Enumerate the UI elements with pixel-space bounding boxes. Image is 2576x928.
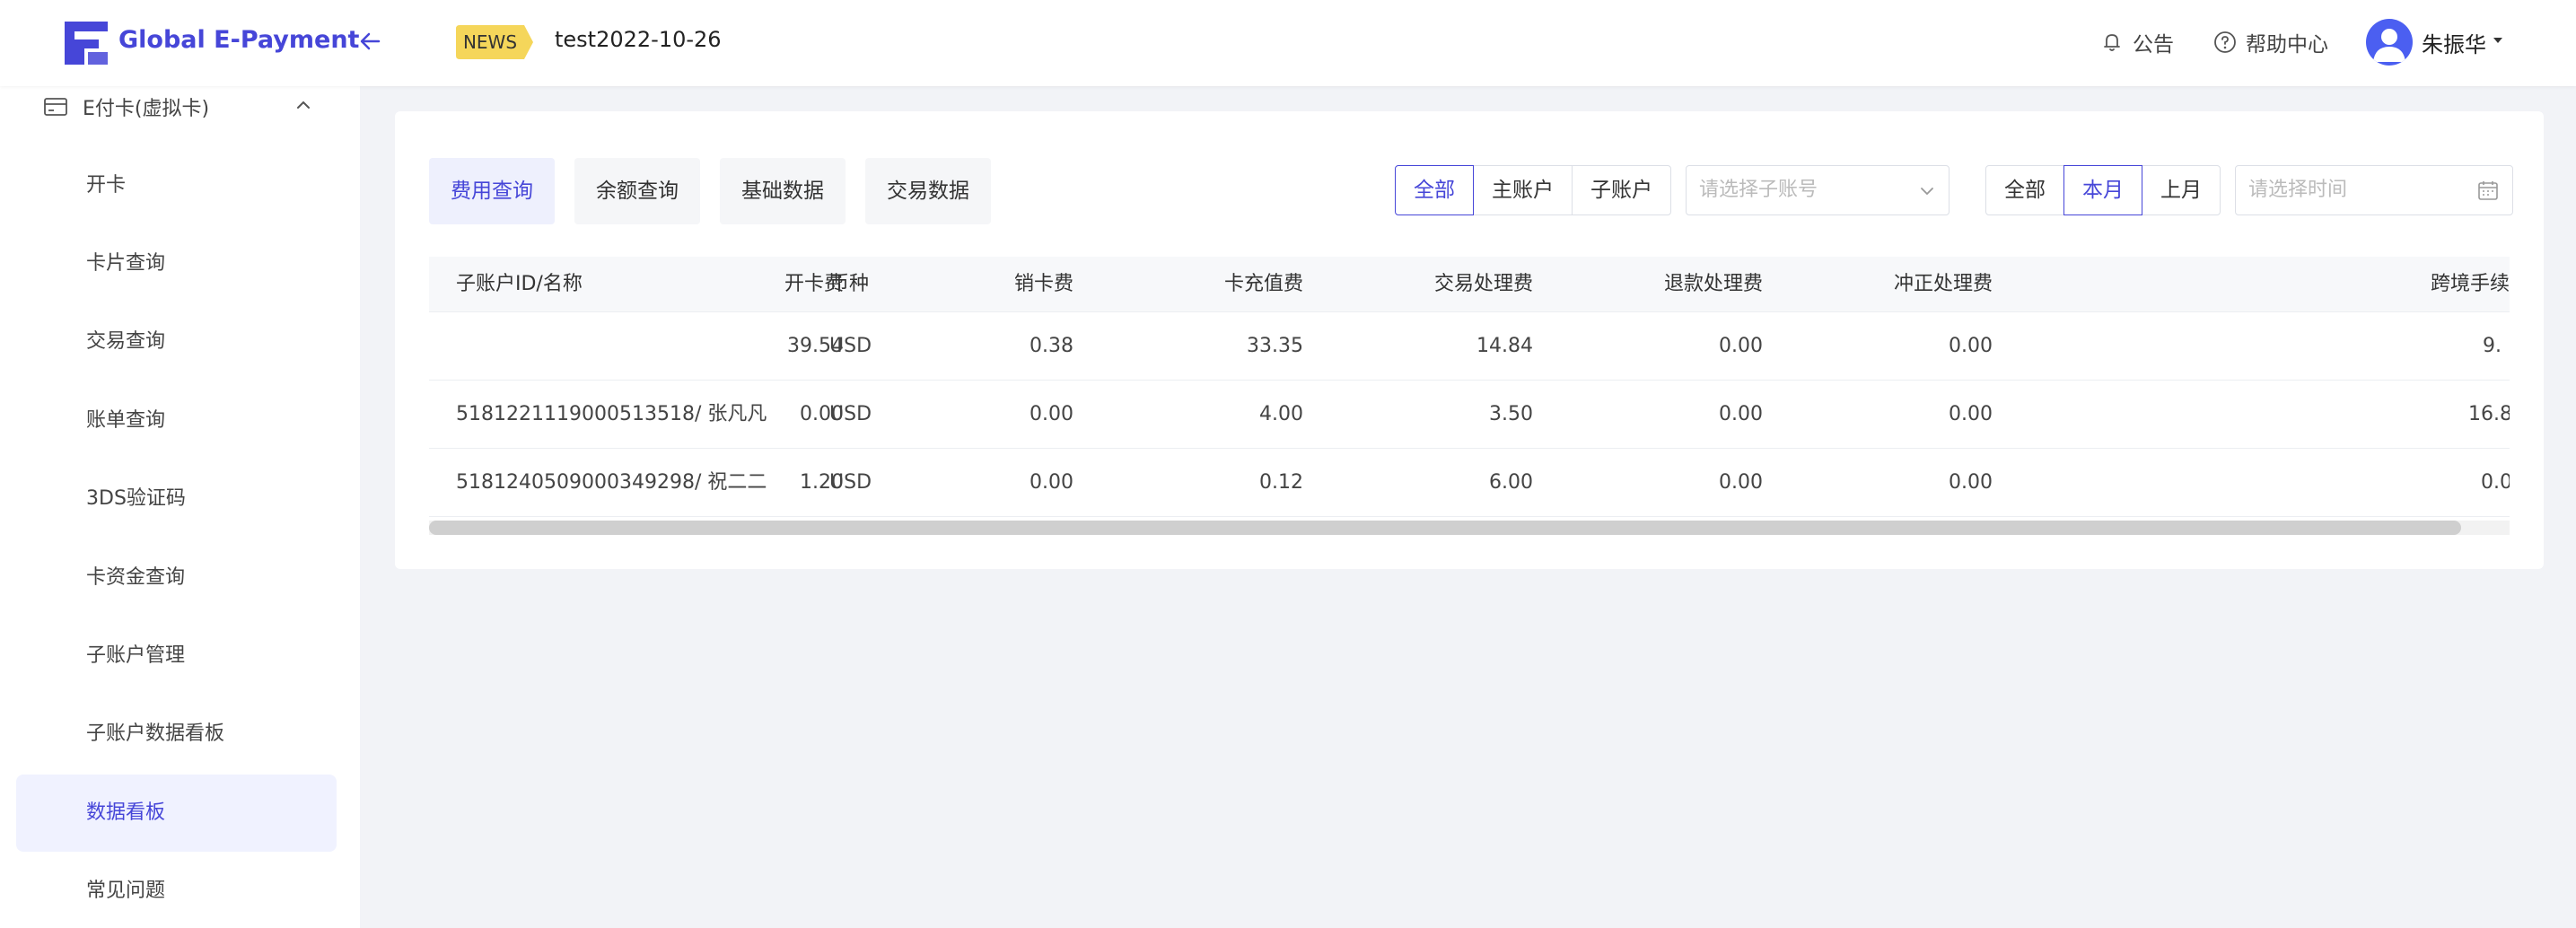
announcement-link[interactable]: 公告 [2100,27,2174,57]
cell-cross-border-fee: 9. [2483,335,2502,357]
table-row: USD 39.54 0.38 33.35 14.84 0.00 0.00 9. [429,312,2510,381]
cell-reversal-fee: 0.00 [1949,471,1993,494]
bell-icon [2104,34,2120,51]
cell-transaction-fee: 3.50 [1489,403,1533,425]
period-filter-all[interactable]: 全部 [1985,165,2064,215]
account-filter-main[interactable]: 主账户 [1473,165,1573,215]
sidebar-item-card-funds[interactable]: 卡资金查询 [16,539,337,617]
top-header: Global E-Payment NEWS test2022-10-26 公告 … [0,0,2576,86]
period-filter-last-month[interactable]: 上月 [2142,165,2221,215]
cell-transaction-fee: 6.00 [1489,471,1533,494]
help-center-label: 帮助中心 [2246,33,2328,57]
user-silhouette-icon [2373,29,2405,62]
col-transaction-fee: 交易处理费 [1433,273,1533,295]
col-open-fee: 开卡费 [784,273,844,295]
subaccount-select-placeholder: 请选择子账号 [1699,179,1818,201]
cell-cancel-fee: 0.38 [1030,335,1073,357]
table-row: 5181221119000513518/ 张凡凡 USD 0.00 0.00 4… [429,381,2510,449]
sidebar-group-virtual-card[interactable]: E付卡(虚拟卡) [43,92,209,121]
table-header-row: 子账户ID/名称 币种 开卡费 销卡费 卡充值费 交易处理费 退款处理费 冲正处… [429,257,2510,312]
brand-name: Global E-Payment [118,26,360,54]
help-question-icon [2214,31,2236,53]
fee-query-card: 费用查询 余额查询 基础数据 交易数据 全部 主账户 子账户 请选择子账号 全部… [395,111,2544,569]
caret-down-icon[interactable] [2492,34,2504,47]
cell-open-fee: 39.54 [787,335,844,357]
tab-basic-data[interactable]: 基础数据 [720,158,846,224]
cell-cancel-fee: 0.00 [1030,471,1073,494]
username-menu[interactable]: 朱振华 [2422,27,2486,58]
date-picker-placeholder: 请选择时间 [2248,179,2348,201]
cell-open-fee: 1.20 [800,471,844,494]
col-subaccount-id: 子账户ID/名称 [456,273,583,295]
tab-transaction-data[interactable]: 交易数据 [865,158,991,224]
cell-recharge-fee: 4.00 [1259,403,1303,425]
cell-cancel-fee: 0.00 [1030,403,1073,425]
sidebar-item-data-dashboard[interactable]: 数据看板 [16,775,337,852]
col-refund-fee: 退款处理费 [1663,273,1763,295]
sidebar-group-label: E付卡(虚拟卡) [83,98,210,120]
tab-fee-query[interactable]: 费用查询 [429,158,555,224]
cell-reversal-fee: 0.00 [1949,335,1993,357]
cell-cross-border-fee: 0.0 [2481,471,2510,494]
brand-logo-icon[interactable] [63,20,110,66]
cell-refund-fee: 0.00 [1719,471,1763,494]
table-row: 5181240509000349298/ 祝二二 USD 1.20 0.00 0… [429,449,2510,517]
col-cross-border-fee: 跨境手续费 [2431,273,2510,295]
calendar-icon [2478,181,2498,200]
date-picker-input[interactable]: 请选择时间 [2235,165,2513,215]
subaccount-select[interactable]: 请选择子账号 [1686,165,1950,215]
tab-balance-query[interactable]: 余额查询 [574,158,700,224]
help-center-link[interactable]: 帮助中心 [2213,27,2328,57]
sidebar-item-card-query[interactable]: 卡片查询 [16,225,337,302]
cell-subaccount: 5181221119000513518/ 张凡凡 [456,403,767,425]
sidebar-item-faq[interactable]: 常见问题 [16,853,337,928]
account-filter-sub[interactable]: 子账户 [1572,165,1671,215]
chevron-down-icon [1921,188,1933,196]
news-title-link[interactable]: test2022-10-26 [555,27,722,52]
account-type-filter: 全部 主账户 子账户 [1395,165,1671,215]
chevron-up-icon[interactable] [294,99,312,111]
period-filter: 全部 本月 上月 [1985,165,2221,215]
cell-refund-fee: 0.00 [1719,403,1763,425]
sidebar-item-3ds-code[interactable]: 3DS验证码 [16,460,337,538]
col-cancel-fee: 销卡费 [1013,273,1073,295]
col-recharge-fee: 卡充值费 [1223,273,1303,295]
sidebar-item-transaction-query[interactable]: 交易查询 [16,303,337,381]
period-filter-this-month[interactable]: 本月 [2063,165,2142,215]
fee-table: 子账户ID/名称 币种 开卡费 销卡费 卡充值费 交易处理费 退款处理费 冲正处… [429,257,2510,526]
cell-cross-border-fee: 16.8 [2468,403,2510,425]
announcement-label: 公告 [2133,33,2174,57]
collapse-sidebar-arrow-icon[interactable] [357,27,382,56]
card-wallet-icon [44,98,67,116]
cell-recharge-fee: 33.35 [1247,335,1303,357]
sidebar-item-subaccount-management[interactable]: 子账户管理 [16,617,337,695]
account-filter-all[interactable]: 全部 [1395,165,1474,215]
sidebar: E付卡(虚拟卡) 开卡 卡片查询 交易查询 账单查询 3DS验证码 卡资金查询 … [0,86,360,928]
cell-open-fee: 0.00 [800,403,844,425]
col-reversal-fee: 冲正处理费 [1893,273,1993,295]
cell-transaction-fee: 14.84 [1476,335,1533,357]
table-horizontal-scrollbar-thumb[interactable] [429,521,2461,535]
user-avatar[interactable] [2366,19,2413,66]
sidebar-item-subaccount-dashboard[interactable]: 子账户数据看板 [16,696,337,773]
cell-refund-fee: 0.00 [1719,335,1763,357]
cell-subaccount: 5181240509000349298/ 祝二二 [456,471,767,494]
sidebar-item-open-card[interactable]: 开卡 [16,147,337,224]
news-badge-label: NEWS [462,31,518,53]
cell-reversal-fee: 0.00 [1949,403,1993,425]
sidebar-item-bill-query[interactable]: 账单查询 [16,382,337,460]
cell-recharge-fee: 0.12 [1259,471,1303,494]
